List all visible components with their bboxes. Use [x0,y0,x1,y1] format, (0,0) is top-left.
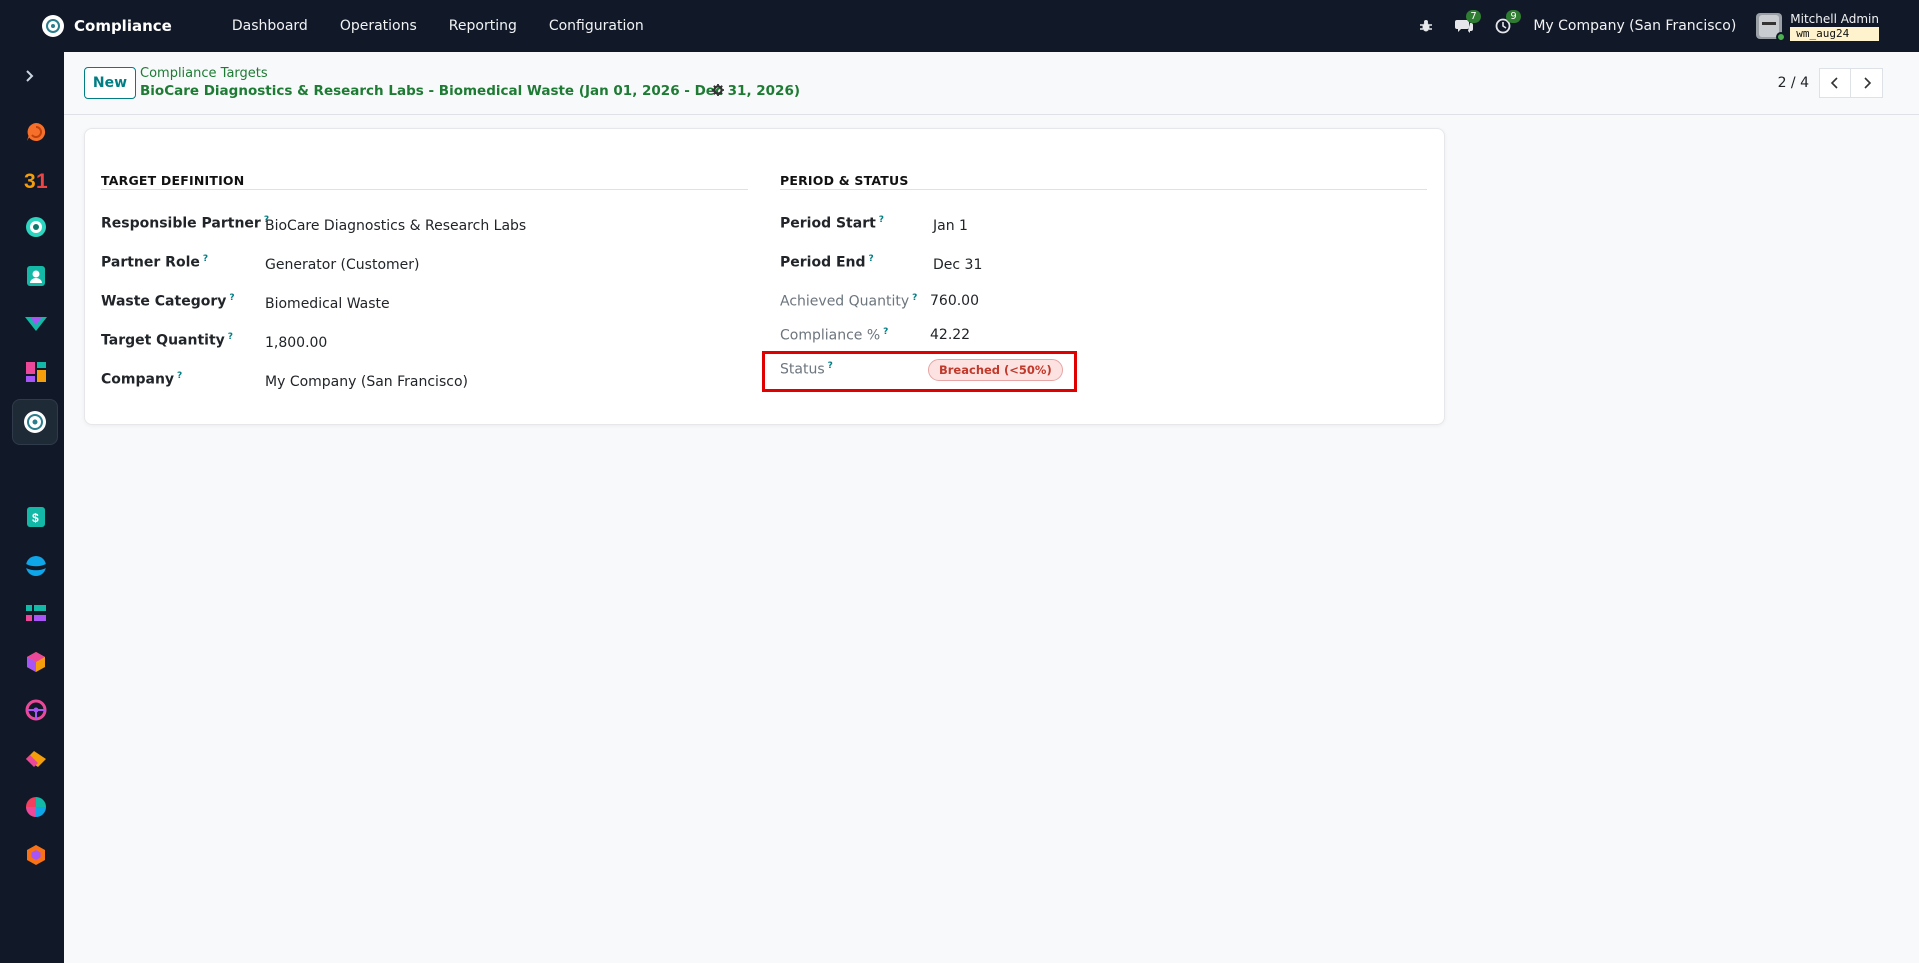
status-highlight-box [762,351,1077,392]
new-record-button[interactable]: New [84,67,136,99]
pager-next-button[interactable] [1851,68,1883,98]
main-menu: Dashboard Operations Reporting Configura… [232,18,676,34]
control-panel: New Compliance Targets BioCare Diagnosti… [64,52,1919,115]
breadcrumb-current-record: BioCare Diagnostics & Research Labs - Bi… [140,83,801,99]
help-tooltip-icon[interactable]: ? [879,215,884,225]
app-name: Compliance [74,17,172,35]
period-end-field[interactable]: Dec 31 [933,257,982,273]
achieved-quantity-value: 760.00 [930,293,979,309]
pager-previous-button[interactable] [1819,68,1851,98]
inventory-icon[interactable] [23,649,49,675]
svg-text:3: 3 [24,170,36,191]
user-name: Mitchell Admin [1790,11,1879,26]
messages-icon[interactable]: 7 [1455,10,1481,34]
partner-role-label: Partner Role? [101,254,209,271]
help-tooltip-icon[interactable]: ? [883,327,888,337]
crm-icon[interactable] [23,311,49,337]
help-tooltip-icon[interactable]: ? [229,293,234,303]
svg-text:1: 1 [36,170,48,191]
odoo-icon[interactable] [23,842,49,868]
breadcrumb-parent-link[interactable]: Compliance Targets [140,66,268,81]
company-switcher[interactable]: My Company (San Francisco) [1533,18,1736,34]
period-end-label: Period End? [780,254,874,271]
sales-icon[interactable] [23,746,49,772]
responsible-partner-field[interactable]: BioCare Diagnostics & Research Labs [265,218,526,234]
company-field[interactable]: My Company (San Francisco) [265,374,468,390]
menu-reporting[interactable]: Reporting [449,18,517,34]
compliance-active-icon[interactable] [12,399,58,445]
user-menu[interactable]: Mitchell Admin wm_aug24 [1756,11,1879,42]
period-start-field[interactable]: Jan 1 [933,218,968,234]
compliance-logo-icon [42,15,64,37]
dashboards-icon[interactable] [23,359,49,385]
debug-bug-icon[interactable] [1419,19,1433,33]
project-icon[interactable] [23,601,49,627]
waste-category-label: Waste Category? [101,293,235,310]
activities-clock-icon[interactable]: 9 [1495,10,1521,34]
svg-text:$: $ [32,511,39,525]
period-status-title: PERIOD & STATUS [780,173,909,188]
pager-value[interactable]: 2 / 4 [1778,75,1809,91]
app-brand[interactable]: Compliance [42,15,172,37]
target-quantity-label: Target Quantity? [101,332,234,349]
calendar-icon[interactable]: 31 [23,166,49,192]
sidebar-expand-chevron-icon[interactable] [22,68,38,88]
menu-dashboard[interactable]: Dashboard [232,18,308,34]
help-tooltip-icon[interactable]: ? [228,332,233,342]
help-tooltip-icon[interactable]: ? [869,254,874,264]
app-sidebar: 31 $ [0,52,64,963]
achieved-quantity-label: Achieved Quantity? [780,293,918,310]
menu-configuration[interactable]: Configuration [549,18,644,34]
compliance-percent-value: 42.22 [930,327,971,343]
target-quantity-field[interactable]: 1,800.00 [265,335,327,351]
activities-count-badge: 9 [1506,10,1521,23]
invoicing-icon[interactable]: $ [23,504,49,530]
menu-operations[interactable]: Operations [340,18,417,34]
record-actions-gear-icon[interactable] [712,84,724,100]
website-icon[interactable] [23,553,49,579]
company-label: Company? [101,371,183,388]
compliance-percent-label: Compliance %? [780,327,889,344]
waste-category-field[interactable]: Biomedical Waste [265,296,390,312]
section-divider [780,189,1427,190]
chevron-left-icon [1830,77,1838,89]
help-tooltip-icon[interactable]: ? [177,371,182,381]
responsible-partner-label: Responsible Partner? [101,215,270,232]
messages-count-badge: 7 [1466,10,1481,23]
section-divider [101,189,748,190]
chevron-right-icon [1863,77,1871,89]
spreadsheet-icon[interactable] [23,794,49,820]
partner-role-field[interactable]: Generator (Customer) [265,257,419,273]
avatar [1756,13,1787,42]
contacts-icon[interactable] [23,263,49,289]
discuss-icon[interactable] [23,119,49,145]
top-navbar: Compliance Dashboard Operations Reportin… [0,0,1919,52]
period-start-label: Period Start? [780,215,885,232]
help-tooltip-icon[interactable]: ? [203,254,208,264]
online-status-dot [1776,32,1787,42]
fleet-icon[interactable] [23,697,49,723]
help-tooltip-icon[interactable]: ? [912,293,917,303]
record-pager: 2 / 4 [1778,68,1883,98]
database-name: wm_aug24 [1790,26,1879,41]
compliance-icon[interactable] [23,214,49,240]
target-definition-title: TARGET DEFINITION [101,173,245,188]
